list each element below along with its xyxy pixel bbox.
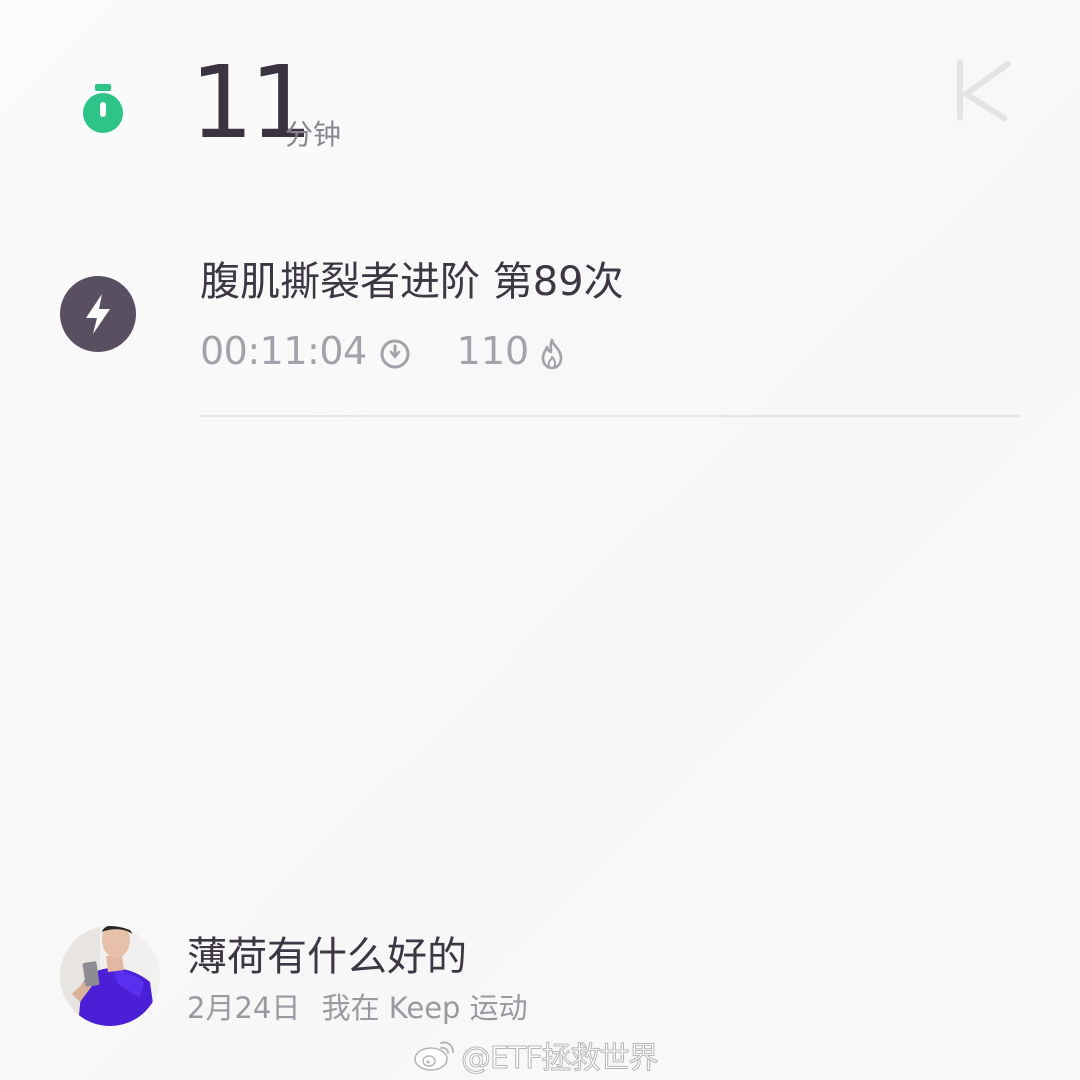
lightning-icon (60, 276, 136, 352)
weibo-icon (413, 1037, 457, 1073)
user-avatar[interactable] (60, 926, 160, 1026)
activity-text: 我在 Keep 运动 (321, 991, 528, 1025)
user-name[interactable]: 薄荷有什么好的 (187, 930, 467, 984)
watermark-text: @ETF拯救世界 (461, 1041, 660, 1077)
workout-time: 00:11:04 (200, 329, 367, 373)
workout-calories: 110 (456, 329, 530, 373)
activity-date: 2月24日 (187, 991, 301, 1025)
flame-icon (539, 335, 565, 370)
clock-icon (379, 335, 411, 369)
keep-logo-icon (952, 58, 1016, 122)
workout-stats: 00:11:04 110 (200, 326, 565, 376)
weibo-watermark: @ETF拯救世界 (413, 1034, 660, 1077)
activity-line: 2月24日 我在 Keep 运动 (187, 988, 528, 1028)
stopwatch-icon (80, 84, 126, 134)
duration-unit: 分钟 (285, 118, 342, 151)
workout-title: 腹肌撕裂者进阶 第89次 (200, 259, 624, 305)
section-divider (200, 415, 1020, 417)
workout-share-card: 11 分钟 腹肌撕裂者进阶 第89次 00:11:04 110 薄荷有什么好的 … (0, 0, 1080, 1080)
